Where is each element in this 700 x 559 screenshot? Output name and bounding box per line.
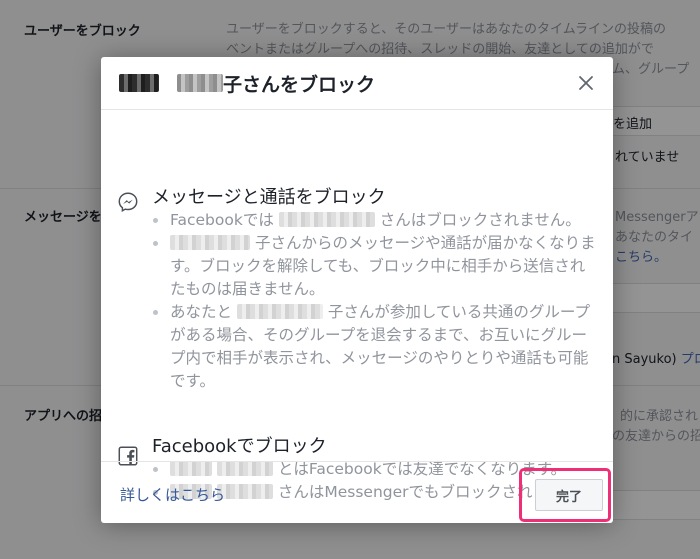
list-item: Facebookでは さんはブロックされません。 [150,209,599,232]
blurred-user-name [278,212,375,227]
learn-more-link[interactable]: 詳しくはこちら [120,484,225,505]
list-item: あなたと 子さんが参加している共通のグループがある場合、そのグループを退会するま… [150,301,599,393]
dialog-title: 子さんをブロック [223,73,376,96]
messenger-bullet-list: Facebookでは さんはブロックされません。 子さんからのメッセージや通話が… [150,209,599,393]
messenger-icon [118,192,138,212]
dialog-footer: 詳しくはこちら 完了 [101,461,613,523]
messenger-section-title: メッセージと通話をブロック [152,187,386,208]
block-user-dialog: 子さんをブロック メッセージと通話をブロック Facebookでは さんはブロッ… [101,57,613,523]
list-item: 子さんからのメッセージや通話が届かなくなります。ブロックを解除しても、ブロック中… [150,232,599,301]
close-button[interactable] [573,70,599,96]
dialog-body: メッセージと通話をブロック Facebookでは さんはブロックされません。 子… [101,111,613,501]
done-button[interactable]: 完了 [535,479,603,511]
blurred-user-name [170,235,250,250]
blurred-user-name [177,74,223,92]
blurred-user-name [236,304,323,319]
close-icon [579,76,593,90]
facebook-section-title: Facebookでブロック [152,436,327,457]
blurred-user-name [119,74,159,92]
dialog-header: 子さんをブロック [101,57,613,110]
